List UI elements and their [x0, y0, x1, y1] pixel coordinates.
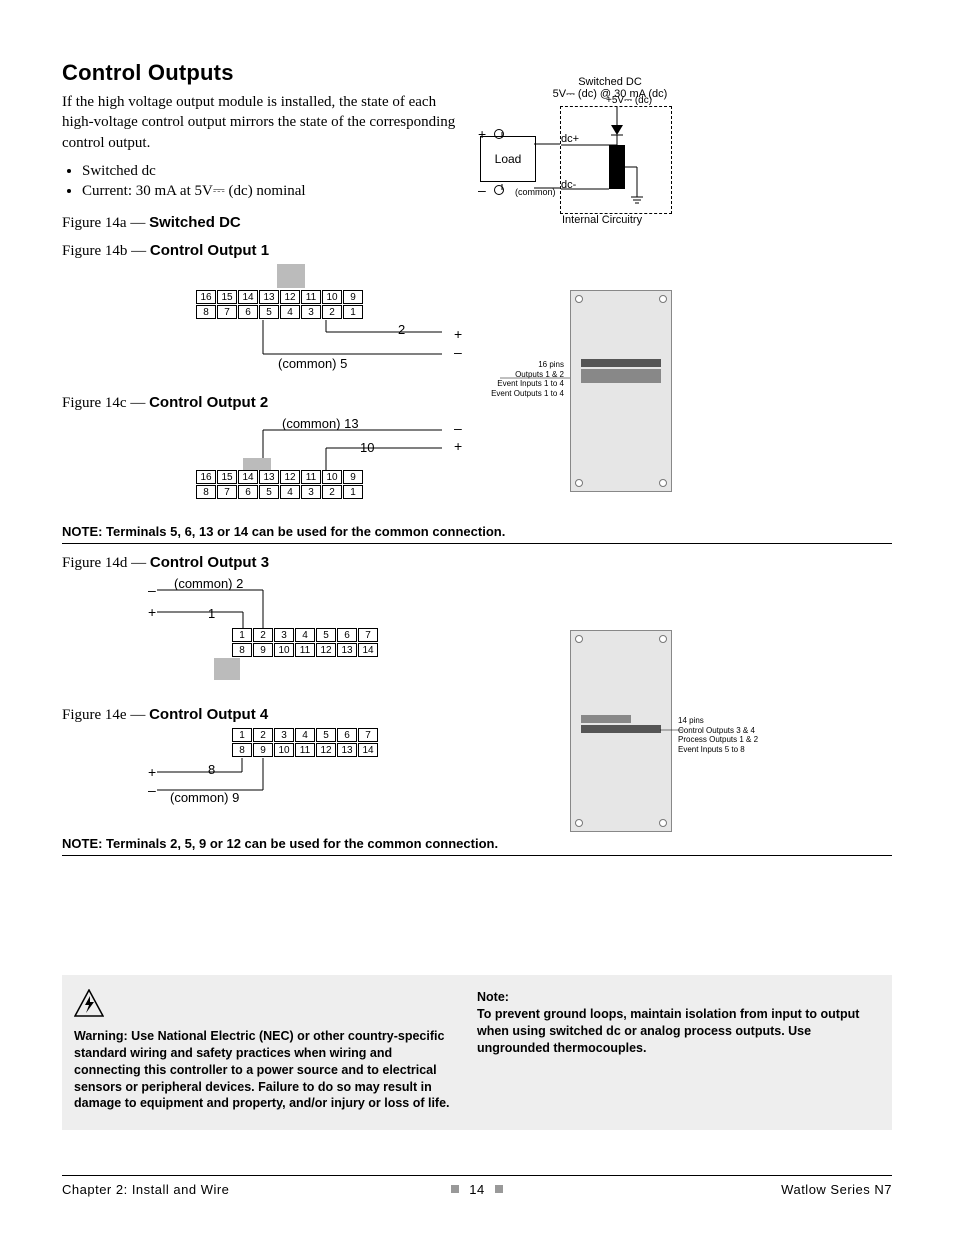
note-1: NOTE: Terminals 5, 6, 13 or 14 can be us…: [62, 524, 892, 539]
fig14a-prefix: Figure 14a —: [62, 215, 149, 231]
intro-paragraph: If the high voltage output module is ins…: [62, 92, 462, 153]
board2-label: 14 pins: [678, 716, 788, 726]
board1-label: Outputs 1 & 2: [454, 370, 564, 380]
page-title: Control Outputs: [62, 60, 892, 86]
divider: [62, 855, 892, 856]
page-number: 14: [469, 1182, 484, 1197]
note-2: NOTE: Terminals 2, 5, 9 or 12 can be use…: [62, 836, 892, 851]
terminal-pin: 3: [301, 485, 321, 499]
terminal-pin: 1: [232, 628, 252, 642]
terminal-pin: 12: [316, 643, 336, 657]
terminal-pin: 7: [358, 628, 378, 642]
fig14c-prefix: Figure 14c —: [62, 395, 149, 411]
terminal-pin: 11: [295, 643, 315, 657]
minus-sign: –: [454, 420, 462, 436]
terminal-pin: 7: [217, 485, 237, 499]
pin2-label: 2: [398, 322, 405, 337]
bullet-list: Switched dc Current: 30 mA at 5V⎓ (dc) n…: [62, 163, 892, 200]
fig14e-title: Control Output 4: [149, 706, 268, 723]
warning-text: Warning: Use National Electric (NEC) or …: [74, 1029, 450, 1111]
terminal-pin: 2: [253, 628, 273, 642]
terminal-pin: 10: [322, 470, 342, 484]
fig14b-title: Control Output 1: [150, 242, 269, 259]
pin1-label: 1: [208, 606, 215, 621]
page-footer: Chapter 2: Install and Wire 14 Watlow Se…: [62, 1175, 892, 1197]
divider: [62, 543, 892, 544]
minus-sign: –: [454, 344, 462, 360]
plus-sign: +: [148, 764, 156, 780]
fig14d-title: Control Output 3: [150, 554, 269, 571]
terminal-pin: 10: [274, 643, 294, 657]
fig14e-prefix: Figure 14e —: [62, 707, 149, 723]
terminal-block-16pin: 161514131211109 87654321: [196, 470, 364, 500]
fig14b-prefix: Figure 14b —: [62, 243, 150, 259]
terminal-pin: 4: [295, 628, 315, 642]
pin10-label: 10: [360, 440, 374, 455]
fig14a-title: Switched DC: [149, 214, 241, 231]
board1-label: Event Inputs 1 to 4: [454, 379, 564, 389]
internal-circuitry-label: Internal Circuitry: [562, 214, 642, 226]
terminal-pin: 13: [337, 643, 357, 657]
terminal-pin: 16: [196, 470, 216, 484]
note-heading: Note:: [477, 990, 509, 1004]
terminal-pin: 6: [337, 628, 357, 642]
warning-note-box: Warning: Use National Electric (NEC) or …: [62, 975, 892, 1130]
terminal-pin: 14: [238, 470, 258, 484]
board1-label: Event Outputs 1 to 4: [454, 389, 564, 399]
common5-label: (common) 5: [278, 356, 347, 371]
terminal-pin: 11: [301, 470, 321, 484]
terminal-pin: 8: [196, 485, 216, 499]
pin8-label: 8: [208, 762, 215, 777]
terminal-pin: 9: [343, 470, 363, 484]
minus-sign: –: [148, 582, 156, 598]
terminal-pin: 5: [259, 485, 279, 499]
terminal-pin: 9: [253, 643, 273, 657]
switched-dc-circuit: Switched DC 5V⎓ (dc) @ 30 mA (dc) Load +…: [480, 78, 690, 228]
terminal-pin: 6: [238, 485, 258, 499]
square-icon: [451, 1185, 459, 1193]
square-icon: [495, 1185, 503, 1193]
terminal-pin: 15: [217, 470, 237, 484]
terminal-pin: 14: [358, 643, 378, 657]
terminal-pin: 5: [316, 628, 336, 642]
fig14d-prefix: Figure 14d —: [62, 555, 150, 571]
note-body: To prevent ground loops, maintain isolat…: [477, 1007, 859, 1055]
terminal-block-14pin: 1234567 891011121314: [232, 628, 379, 658]
terminal-pin: 4: [280, 485, 300, 499]
plus-sign: +: [148, 604, 156, 620]
terminal-pin: 1: [343, 485, 363, 499]
minus-sign: –: [148, 782, 156, 798]
terminal-pin: 13: [259, 470, 279, 484]
terminal-pin: 12: [280, 470, 300, 484]
plus-sign: +: [454, 438, 462, 454]
board1-label: 16 pins: [454, 360, 564, 370]
terminal-pin: 2: [322, 485, 342, 499]
fig14c-title: Control Output 2: [149, 394, 268, 411]
plus-sign: +: [454, 326, 462, 342]
terminal-pin: 8: [232, 643, 252, 657]
common9-label: (common) 9: [170, 790, 239, 805]
shock-hazard-icon: [74, 989, 104, 1022]
terminal-pin: 3: [274, 628, 294, 642]
